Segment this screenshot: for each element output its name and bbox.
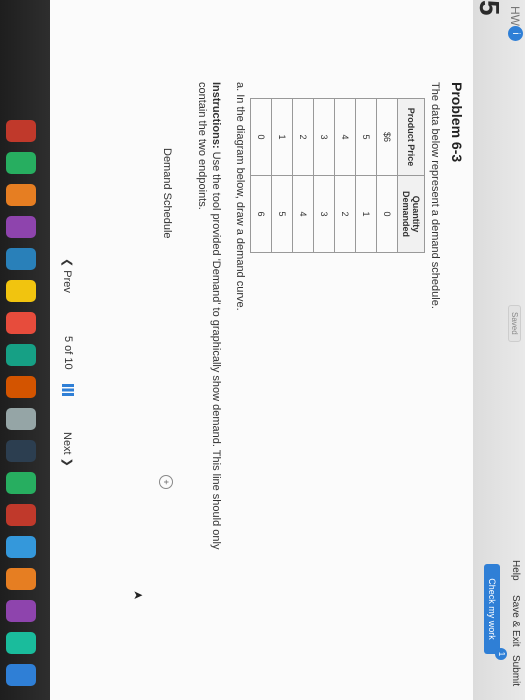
price-cell: 4 (334, 98, 356, 176)
column-header: Product Price (397, 98, 425, 176)
check-count-badge: 1 (495, 648, 507, 660)
photo-frame: HW i Saved Help Save & Exit Submit Check… (0, 0, 525, 700)
table-header-row: Product Price Quantity Demanded (397, 98, 425, 253)
hw-label: HW (508, 6, 522, 26)
question-nav: ❮ Prev 5 of 10 Next ❯ (50, 0, 78, 700)
price-cell: 0 (250, 98, 272, 176)
prev-button[interactable]: ❮ Prev (61, 258, 74, 293)
cursor-arrow-icon: ➤ (132, 588, 144, 603)
browser-screen: HW i Saved Help Save & Exit Submit Check… (50, 0, 525, 700)
submit-link[interactable]: Submit (510, 655, 521, 686)
help-link[interactable]: Help (510, 560, 521, 581)
dock-app-icon[interactable] (6, 440, 36, 462)
quantity-cell: 0 (376, 175, 398, 253)
dock-app-icon[interactable] (6, 600, 36, 622)
dock-app-icon[interactable] (6, 632, 36, 654)
price-cell: $6 (376, 98, 398, 176)
assignment-header: HW i Saved Help Save & Exit Submit Check… (472, 0, 525, 700)
os-dock (0, 0, 50, 700)
dock-app-icon[interactable] (6, 344, 36, 366)
add-point-icon[interactable]: + (159, 475, 173, 489)
price-cell: 5 (355, 98, 377, 176)
dock-app-icon[interactable] (6, 504, 36, 526)
quantity-cell: 4 (292, 175, 314, 253)
dock-app-icon[interactable] (6, 184, 36, 206)
quantity-cell: 5 (271, 175, 293, 253)
dock-app-icon[interactable] (6, 120, 36, 142)
dock-app-icon[interactable] (6, 248, 36, 270)
quantity-cell: 3 (313, 175, 335, 253)
dock-app-icon[interactable] (6, 568, 36, 590)
question-grid-icon[interactable] (62, 384, 74, 396)
dock-app-icon[interactable] (6, 408, 36, 430)
problem-index: 5 (474, 0, 505, 16)
price-cell: 1 (271, 98, 293, 176)
save-exit-link[interactable]: Save & Exit (510, 595, 521, 647)
instructions-label: Instructions: (210, 82, 222, 149)
next-button[interactable]: Next ❯ (61, 432, 74, 467)
page-indicator: 5 of 10 (62, 336, 74, 370)
dock-app-icon[interactable] (6, 536, 36, 558)
table-row: 5 1 (355, 98, 377, 253)
table-row: 2 4 (292, 98, 314, 253)
quantity-cell: 6 (250, 175, 272, 253)
info-icon[interactable]: i (508, 26, 523, 41)
part-a-prompt: a. In the diagram below, draw a demand c… (234, 82, 246, 311)
table-row: 4 2 (334, 98, 356, 253)
demand-schedule-table: Product Price Quantity Demanded $6 0 5 1… (250, 98, 425, 253)
column-header: Quantity Demanded (397, 175, 425, 253)
dock-app-icon[interactable] (6, 280, 36, 302)
table-row: 3 3 (313, 98, 335, 253)
dock-app-icon[interactable] (6, 472, 36, 494)
problem-content: Problem 6-3 The data below represent a d… (50, 0, 473, 700)
quantity-cell: 2 (334, 175, 356, 253)
dock-app-icon[interactable] (6, 376, 36, 398)
instructions: Instructions: Use the tool provided 'Dem… (195, 82, 223, 582)
table-row: $6 0 (376, 98, 398, 253)
dock-app-icon[interactable] (6, 216, 36, 238)
price-cell: 3 (313, 98, 335, 176)
diagram-title: Demand Schedule (161, 148, 173, 239)
instructions-text: Use the tool provided 'Demand' to graphi… (196, 82, 222, 550)
dock-app-icon[interactable] (6, 664, 36, 686)
quantity-cell: 1 (355, 175, 377, 253)
saved-status: Saved (508, 305, 521, 342)
table-row: 1 5 (271, 98, 293, 253)
dock-app-icon[interactable] (6, 312, 36, 334)
problem-title: Problem 6-3 (449, 82, 465, 163)
problem-intro: The data below represent a demand schedu… (429, 82, 441, 309)
dock-app-icon[interactable] (6, 152, 36, 174)
price-cell: 2 (292, 98, 314, 176)
table-row: 0 6 (250, 98, 272, 253)
check-my-work-button[interactable]: Check my work (484, 564, 500, 654)
